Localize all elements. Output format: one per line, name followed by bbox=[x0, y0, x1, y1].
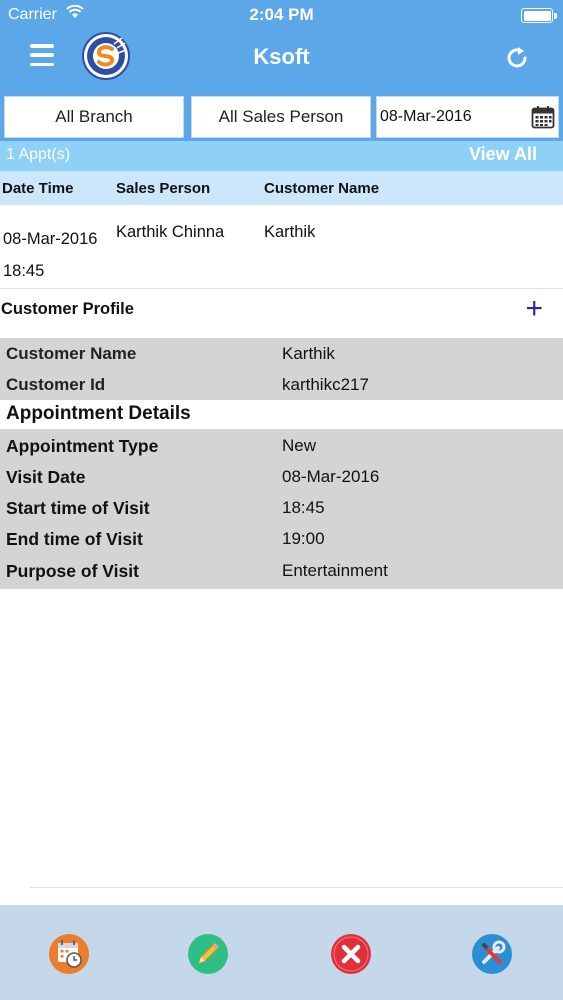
customer-id-row: Customer Id karthikc217 bbox=[0, 369, 563, 400]
field-value: karthikc217 bbox=[282, 375, 369, 394]
field-label: Customer Id bbox=[6, 375, 106, 394]
row-date: 08-Mar-2016 bbox=[3, 230, 98, 248]
calendar-clock-icon[interactable] bbox=[48, 933, 90, 975]
sales-person-filter-button[interactable]: All Sales Person bbox=[191, 96, 371, 138]
visit-date-row: Visit Date 08-Mar-2016 bbox=[0, 461, 563, 492]
status-time: 2:04 PM bbox=[249, 5, 314, 24]
appointment-count: 1 Appt(s) bbox=[6, 146, 71, 163]
filter-bar: All Branch All Sales Person 08-Mar-2016 bbox=[0, 90, 563, 142]
app-header: Carrier 2:04 PM Ksoft bbox=[0, 0, 563, 90]
date-field[interactable]: 08-Mar-2016 bbox=[376, 96, 559, 138]
nav-bar: Ksoft bbox=[0, 30, 563, 86]
customer-profile-header: Customer Profile + bbox=[0, 290, 563, 336]
close-icon[interactable] bbox=[330, 933, 372, 975]
refresh-icon[interactable] bbox=[503, 44, 531, 72]
field-label: End time of Visit bbox=[6, 529, 143, 549]
row-date-time: 08-Mar-2016 18:45 bbox=[3, 223, 111, 287]
field-value: 08-Mar-2016 bbox=[282, 467, 380, 486]
page-title: Ksoft bbox=[253, 44, 310, 69]
branch-filter-button[interactable]: All Branch bbox=[4, 96, 184, 138]
status-bar: Carrier 2:04 PM bbox=[0, 0, 563, 30]
divider bbox=[30, 887, 563, 888]
date-value: 08-Mar-2016 bbox=[380, 108, 472, 125]
bottom-toolbar bbox=[0, 905, 563, 1000]
add-icon[interactable]: + bbox=[525, 292, 543, 326]
row-sales-person: Karthik Chinna bbox=[116, 223, 225, 241]
end-time-row: End time of Visit 19:00 bbox=[0, 523, 563, 554]
purpose-row: Purpose of Visit Entertainment bbox=[0, 555, 563, 586]
start-time-row: Start time of Visit 18:45 bbox=[0, 492, 563, 523]
column-date-time: Date Time bbox=[2, 180, 74, 197]
field-label: Appointment Type bbox=[6, 436, 159, 456]
tools-icon[interactable] bbox=[471, 933, 513, 975]
battery-icon bbox=[521, 8, 557, 23]
customer-profile-title: Customer Profile bbox=[1, 300, 134, 318]
field-value: Entertainment bbox=[282, 561, 388, 580]
field-label: Customer Name bbox=[6, 344, 137, 363]
calendar-icon[interactable] bbox=[531, 105, 555, 134]
view-all-button[interactable]: View All bbox=[469, 144, 537, 165]
customer-name-row: Customer Name Karthik bbox=[0, 338, 563, 369]
field-value: Karthik bbox=[282, 344, 335, 363]
field-label: Purpose of Visit bbox=[6, 561, 139, 581]
row-time: 18:45 bbox=[3, 262, 45, 280]
field-label: Start time of Visit bbox=[6, 498, 150, 518]
table-row[interactable]: 08-Mar-2016 18:45 Karthik Chinna Karthik bbox=[0, 205, 563, 289]
field-label: Visit Date bbox=[6, 467, 86, 487]
column-sales-person: Sales Person bbox=[116, 180, 211, 197]
appointment-summary-bar: 1 Appt(s) View All bbox=[0, 141, 563, 171]
field-value: 19:00 bbox=[282, 529, 325, 548]
row-customer-name: Karthik bbox=[264, 223, 316, 241]
pencil-icon[interactable] bbox=[187, 933, 229, 975]
appointment-details-title: Appointment Details bbox=[6, 403, 191, 424]
field-value: New bbox=[282, 436, 317, 455]
table-header: Date Time Sales Person Customer Name bbox=[0, 171, 563, 205]
appointment-type-row: Appointment Type New bbox=[0, 430, 563, 461]
column-customer-name: Customer Name bbox=[264, 180, 380, 197]
field-value: 18:45 bbox=[282, 498, 325, 517]
